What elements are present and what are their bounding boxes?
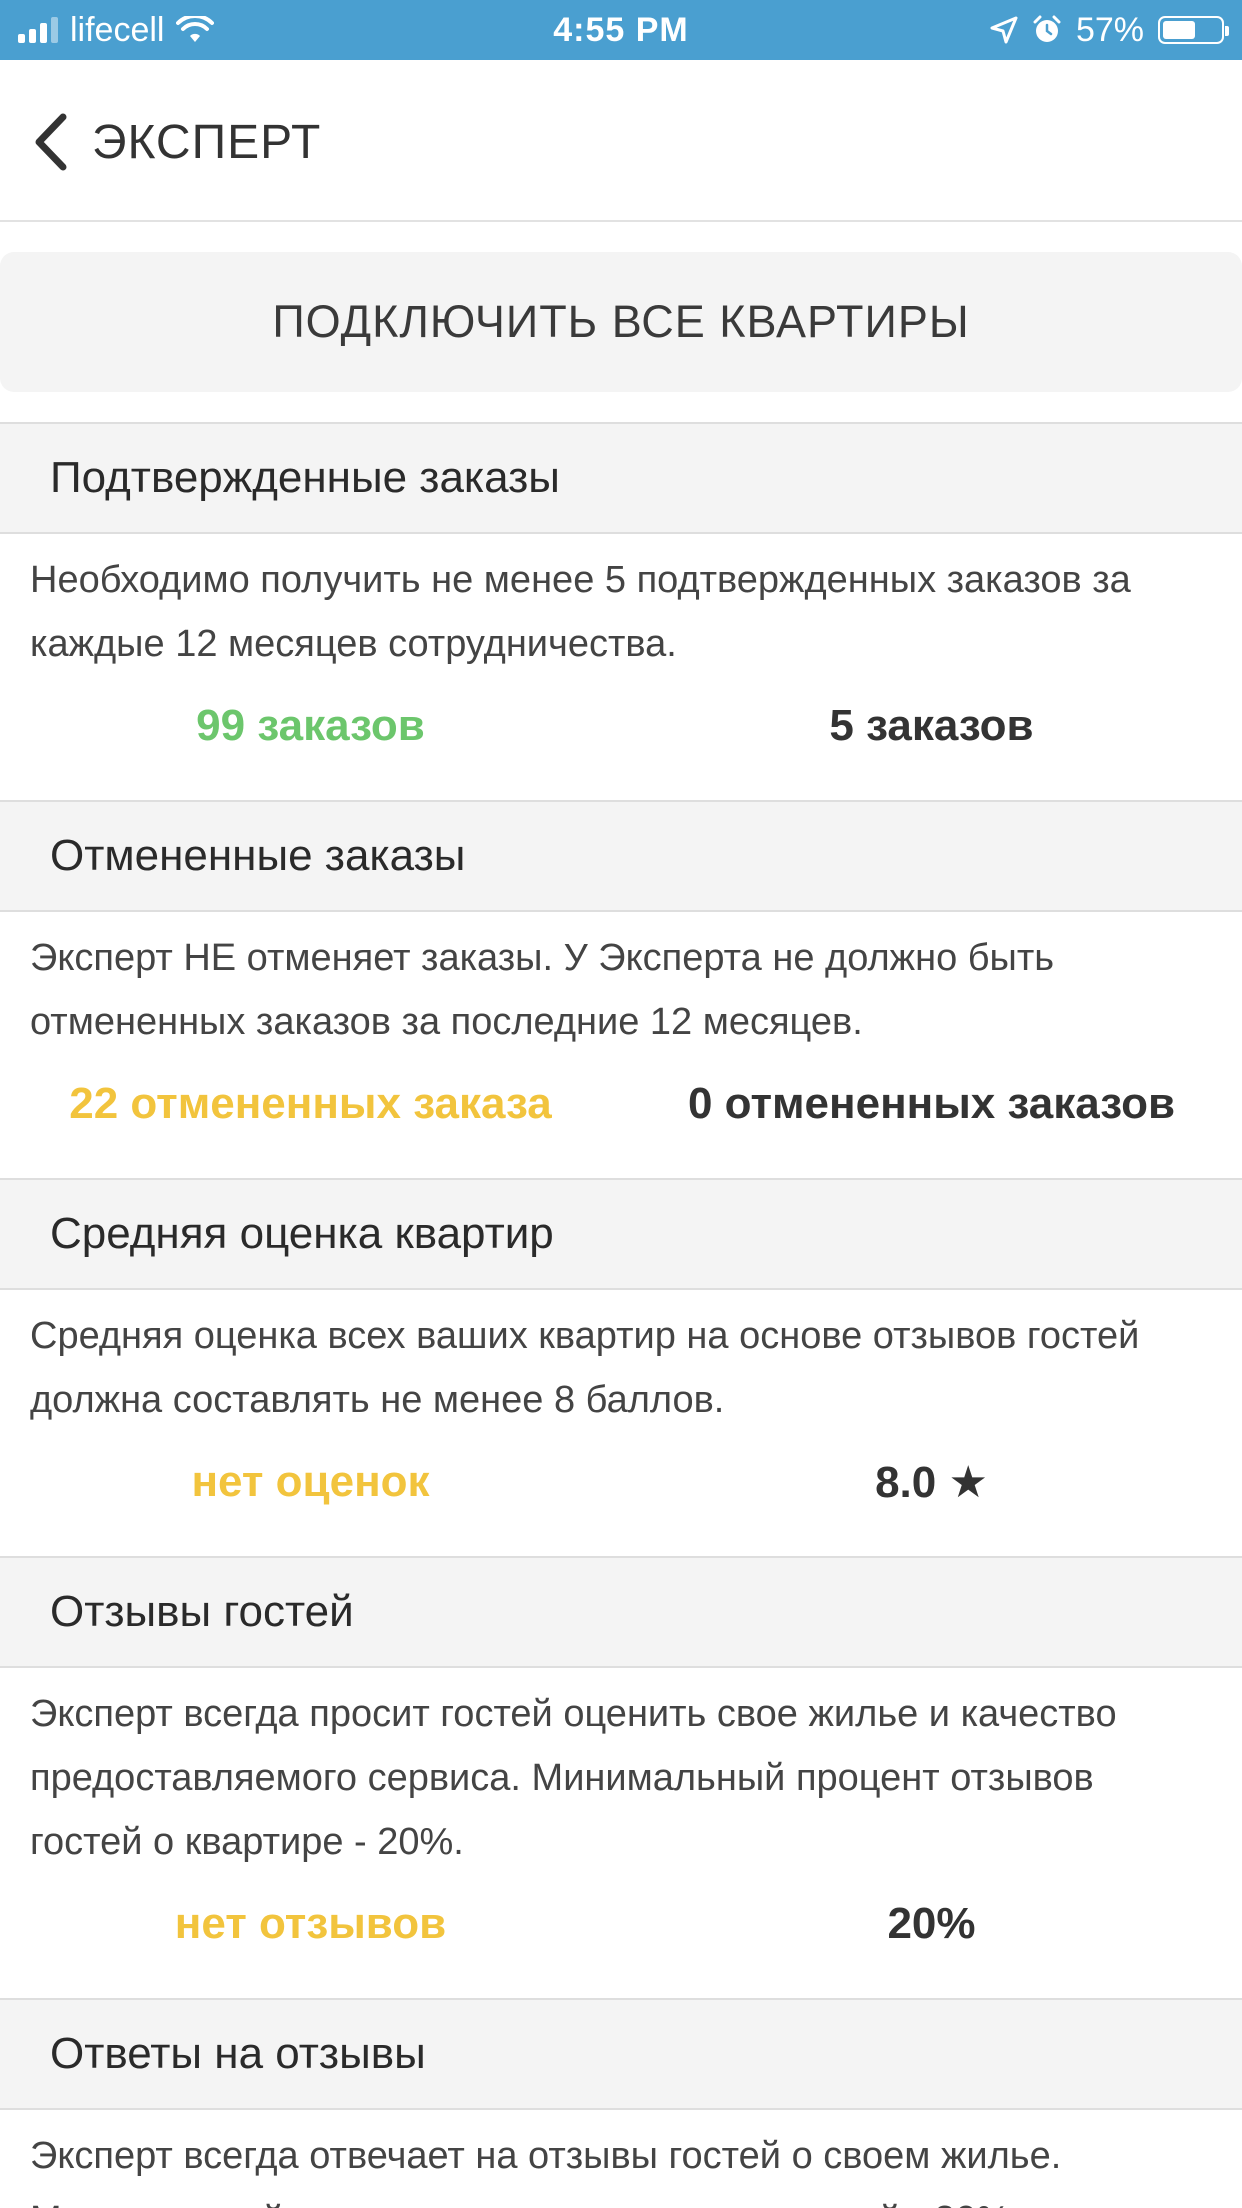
nav-bar: ЭКСПЕРТ bbox=[0, 60, 1242, 222]
section-review-replies: Ответы на отзывы Эксперт всегда отвечает… bbox=[0, 1998, 1242, 2208]
required-value: 0 отмененных заказов bbox=[687, 1079, 1175, 1128]
battery-percent: 57% bbox=[1075, 10, 1144, 49]
battery-icon bbox=[1158, 16, 1229, 44]
section-description: Средняя оценка всех ваших квартир на осн… bbox=[30, 1315, 1140, 1421]
status-right: 57% bbox=[990, 0, 1229, 60]
current-value: нет оценок bbox=[191, 1457, 430, 1506]
current-value: нет отзывов bbox=[174, 1899, 447, 1948]
required-value: 20% bbox=[887, 1899, 976, 1948]
section-stats: 99 заказов 5 заказов bbox=[0, 676, 1242, 776]
status-bar: lifecell 4:55 PM 57% bbox=[0, 0, 1242, 60]
location-arrow-icon bbox=[990, 16, 1018, 44]
section-title: Отмененные заказы bbox=[0, 800, 1242, 912]
section-title: Средняя оценка квартир bbox=[0, 1178, 1242, 1290]
battery-level bbox=[1163, 21, 1195, 39]
section-description: Эксперт всегда отвечает на отзывы гостей… bbox=[30, 2135, 1062, 2208]
back-button[interactable] bbox=[28, 112, 72, 172]
section-cancelled-orders: Отмененные заказы Эксперт НЕ отменяет за… bbox=[0, 800, 1242, 1178]
section-stats: 22 отмененных заказа 0 отмененных заказо… bbox=[0, 1054, 1242, 1154]
section-title: Подтвержденные заказы bbox=[0, 422, 1242, 534]
section-title: Ответы на отзывы bbox=[0, 1998, 1242, 2110]
alarm-clock-icon bbox=[1033, 15, 1061, 42]
requirements-list: Подтвержденные заказы Необходимо получит… bbox=[0, 422, 1242, 2208]
section-title: Отзывы гостей bbox=[0, 1556, 1242, 1668]
required-value: 5 заказов bbox=[829, 701, 1034, 750]
chevron-left-icon bbox=[35, 113, 67, 171]
section-confirmed-orders: Подтвержденные заказы Необходимо получит… bbox=[0, 422, 1242, 800]
current-value: 22 отмененных заказа bbox=[69, 1079, 552, 1128]
required-value: 8.0 ★ bbox=[875, 1457, 988, 1507]
section-description: Эксперт НЕ отменяет заказы. У Эксперта н… bbox=[30, 937, 1055, 1043]
section-description: Эксперт всегда просит гостей оценить сво… bbox=[30, 1693, 1117, 1863]
section-guest-reviews: Отзывы гостей Эксперт всегда просит гост… bbox=[0, 1556, 1242, 1998]
current-value: 99 заказов bbox=[196, 701, 425, 750]
section-stats: нет оценок 8.0 ★ bbox=[0, 1432, 1242, 1532]
section-description: Необходимо получить не менее 5 подтвержд… bbox=[30, 559, 1131, 665]
section-stats: нет отзывов 20% bbox=[0, 1874, 1242, 1974]
connect-all-apartments-button[interactable]: ПОДКЛЮЧИТЬ ВСЕ КВАРТИРЫ bbox=[0, 252, 1242, 392]
page-title: ЭКСПЕРТ bbox=[92, 115, 322, 169]
section-average-rating: Средняя оценка квартир Средняя оценка вс… bbox=[0, 1178, 1242, 1556]
